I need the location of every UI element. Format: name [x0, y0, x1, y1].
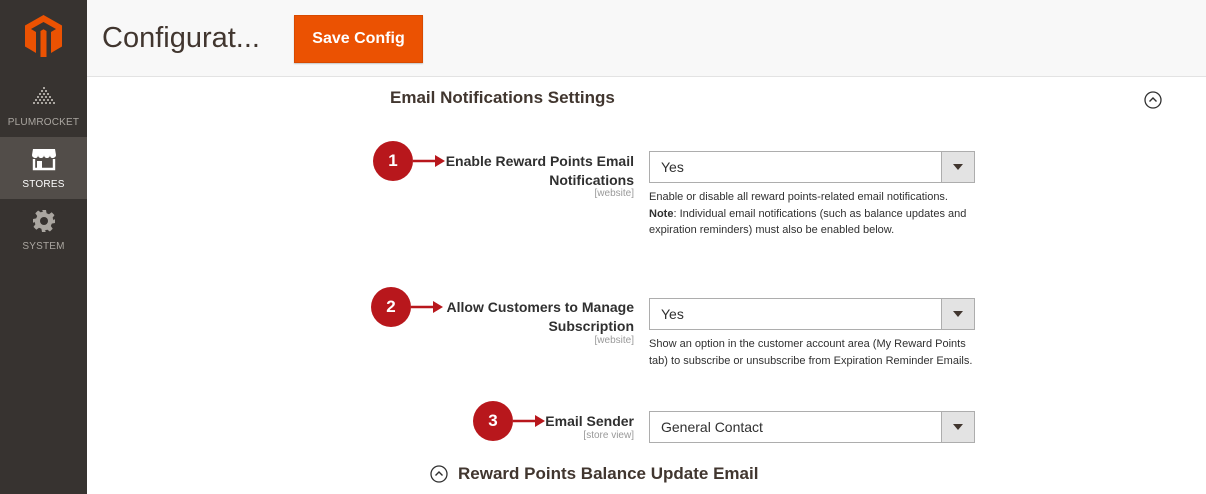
field-label-manage-subscription: Allow Customers to Manage Subscription	[446, 299, 634, 334]
select-value: Yes	[661, 159, 684, 175]
sidebar-item-plumrocket[interactable]: PLUMROCKET	[0, 75, 87, 137]
page-title: Configurat...	[102, 22, 260, 54]
select-value: Yes	[661, 306, 684, 322]
sidebar-item-label: PLUMROCKET	[7, 117, 80, 128]
note-text: : Individual email notifications (such a…	[649, 207, 967, 237]
sidebar-item-label: STORES	[22, 179, 65, 190]
section-title[interactable]: Email Notifications Settings	[390, 88, 615, 108]
subsection-title: Reward Points Balance Update Email	[458, 464, 759, 483]
enable-notifications-select[interactable]: Yes	[649, 151, 975, 183]
field-note: Show an option in the customer account a…	[649, 338, 973, 367]
collapse-section-icon[interactable]	[1144, 91, 1162, 109]
page-header: Configurat... Save Config	[87, 0, 1206, 77]
manage-subscription-select[interactable]: Yes	[649, 298, 975, 330]
save-config-button[interactable]: Save Config	[294, 15, 423, 63]
field-scope: [store view]	[583, 430, 634, 441]
magento-logo-icon	[25, 15, 62, 57]
field-scope: [website]	[594, 188, 634, 199]
note-text: Enable or disable all reward points-rela…	[649, 191, 948, 203]
callout-badge-1: 1	[373, 141, 413, 181]
magento-logo[interactable]	[0, 0, 87, 76]
gear-icon	[0, 209, 87, 235]
collapse-icon	[430, 465, 448, 483]
sidebar-item-stores[interactable]: STORES	[0, 137, 87, 199]
chevron-down-icon[interactable]	[941, 299, 974, 329]
sidebar-item-system[interactable]: SYSTEM	[0, 199, 87, 261]
chevron-down-icon[interactable]	[941, 412, 974, 442]
chevron-down-icon[interactable]	[941, 152, 974, 182]
field-label-enable-notifications: Enable Reward Points Email Notifications	[445, 153, 634, 188]
plumrocket-icon	[0, 85, 87, 111]
note-strong: Note	[649, 207, 674, 220]
admin-sidebar: PLUMROCKET STORES SYSTEM	[0, 0, 87, 494]
field-label-email-sender: Email Sender	[545, 413, 634, 429]
select-value: General Contact	[661, 419, 763, 435]
callout-badge-2: 2	[371, 287, 411, 327]
field-scope: [website]	[594, 335, 634, 346]
store-icon	[0, 147, 87, 173]
sidebar-item-label: SYSTEM	[22, 241, 65, 252]
email-sender-select[interactable]: General Contact	[649, 411, 975, 443]
field-note: Enable or disable all reward points-rela…	[649, 189, 979, 239]
subsection-balance-update-email[interactable]: Reward Points Balance Update Email	[430, 464, 758, 484]
